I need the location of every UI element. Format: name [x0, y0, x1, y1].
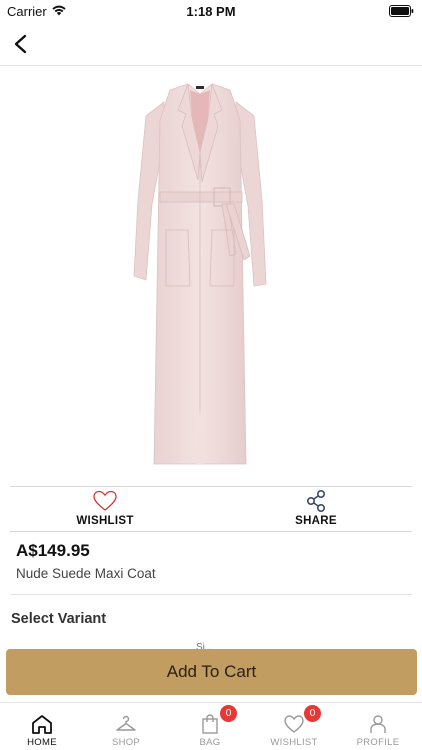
- heart-outline-icon: [93, 490, 117, 511]
- share-label: SHARE: [295, 515, 337, 527]
- add-to-cart-button[interactable]: Add To Cart: [6, 649, 417, 695]
- divider: [10, 594, 412, 595]
- bag-icon: [202, 714, 218, 734]
- hanger-icon: [116, 715, 136, 731]
- share-button[interactable]: SHARE: [221, 487, 411, 533]
- person-icon: [370, 715, 386, 733]
- bag-badge: 0: [220, 705, 237, 722]
- select-variant-title: Select Variant: [11, 611, 107, 627]
- tab-wishlist[interactable]: WISHLIST 0: [252, 703, 336, 750]
- tab-home-label: HOME: [27, 737, 57, 748]
- share-icon: [307, 489, 326, 513]
- wishlist-badge: 0: [304, 705, 321, 722]
- product-actions: WISHLIST SHARE: [10, 486, 412, 532]
- wishlist-button[interactable]: WISHLIST: [10, 487, 200, 533]
- home-icon: [32, 715, 52, 734]
- clock: 1:18 PM: [186, 4, 236, 19]
- chevron-left-icon: [14, 34, 27, 54]
- tab-wishlist-label: WISHLIST: [270, 737, 318, 748]
- heart-icon: [284, 715, 304, 733]
- tab-shop-label: SHOP: [111, 737, 141, 748]
- product-price: A$149.95: [16, 541, 90, 560]
- wishlist-label: WISHLIST: [76, 515, 134, 527]
- tab-bag[interactable]: BAG 0: [168, 703, 252, 750]
- tab-profile[interactable]: PROFILE: [336, 703, 420, 750]
- back-button[interactable]: [10, 30, 34, 58]
- tab-shop[interactable]: SHOP: [84, 703, 168, 750]
- navigation-bar: [0, 24, 422, 66]
- tab-bag-label: BAG: [199, 737, 221, 748]
- tab-bar: HOME SHOP BAG 0 WISHLIST 0 PROFILE: [0, 702, 422, 750]
- battery-icon: [389, 5, 414, 17]
- product-name: Nude Suede Maxi Coat: [16, 566, 156, 581]
- tab-profile-label: PROFILE: [356, 737, 400, 748]
- product-image: [133, 83, 267, 465]
- status-bar: Carrier 1:18 PM: [0, 0, 422, 24]
- tab-home[interactable]: HOME: [0, 703, 84, 750]
